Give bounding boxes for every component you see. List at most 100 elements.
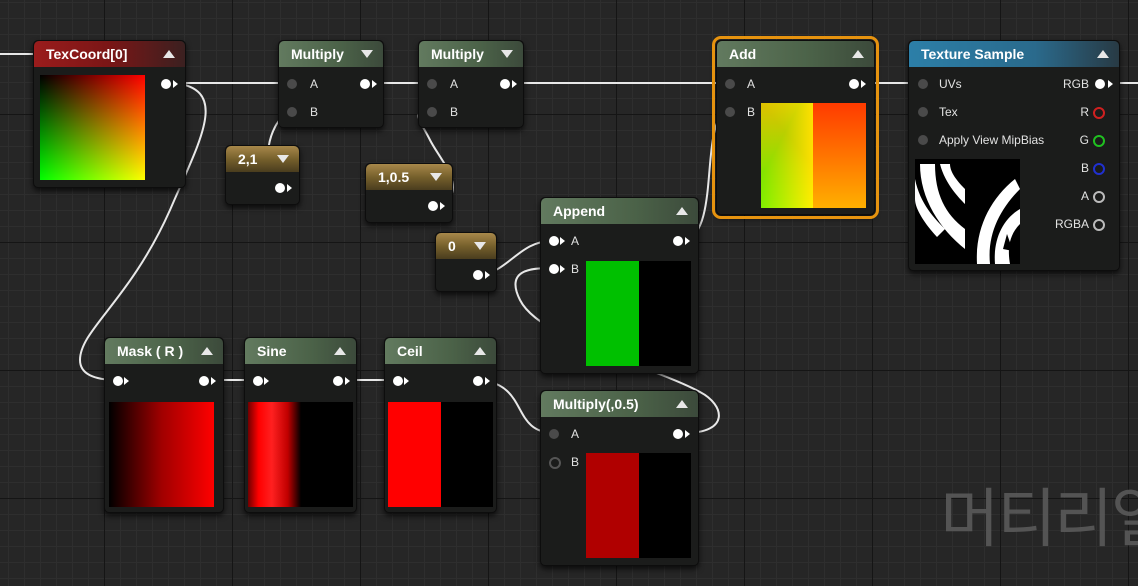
expand-icon[interactable] bbox=[277, 155, 289, 163]
pin-label-a: A bbox=[747, 77, 756, 91]
output-pin-b[interactable] bbox=[1093, 163, 1105, 175]
input-arrow-icon bbox=[264, 377, 269, 385]
sine-node[interactable]: Sine bbox=[244, 337, 357, 513]
output-arrow-icon bbox=[512, 80, 517, 88]
pin-label-a: A bbox=[310, 77, 319, 91]
output-pin-rgb[interactable] bbox=[1095, 79, 1105, 89]
input-pin-tex[interactable] bbox=[918, 107, 928, 117]
add-header[interactable]: Add bbox=[717, 41, 874, 67]
output-pin[interactable] bbox=[428, 201, 438, 211]
output-pin[interactable] bbox=[473, 376, 483, 386]
append-preview bbox=[586, 261, 691, 366]
sine-preview bbox=[248, 402, 353, 507]
pin-label-apply-view-mipbias: Apply View MipBias bbox=[939, 133, 1045, 147]
mask-preview bbox=[109, 402, 214, 507]
constant-0-node[interactable]: 0 bbox=[435, 232, 497, 292]
output-pin[interactable] bbox=[849, 79, 859, 89]
pin-label-rgba: RGBA bbox=[1054, 217, 1089, 231]
node-title: 0 bbox=[448, 238, 456, 254]
expand-icon[interactable] bbox=[361, 50, 373, 58]
sine-header[interactable]: Sine bbox=[245, 338, 356, 364]
input-pin-uvs[interactable] bbox=[918, 79, 928, 89]
multiply-header[interactable]: Multiply bbox=[419, 41, 523, 67]
append-header[interactable]: Append bbox=[541, 198, 698, 224]
texture-sample-header[interactable]: Texture Sample bbox=[909, 41, 1119, 67]
input-pin-a[interactable] bbox=[549, 236, 559, 246]
pin-label-b: B bbox=[571, 455, 580, 469]
input-pin-b[interactable] bbox=[549, 264, 559, 274]
output-pin[interactable] bbox=[360, 79, 370, 89]
output-arrow-icon bbox=[372, 80, 377, 88]
multiply-node-1[interactable]: Multiply A B bbox=[278, 40, 384, 128]
pin-label-b: B bbox=[310, 105, 319, 119]
output-pin-g[interactable] bbox=[1093, 135, 1105, 147]
watermark-text: 머티리얼 bbox=[940, 483, 1138, 557]
ceil-header[interactable]: Ceil bbox=[385, 338, 496, 364]
input-pin-b[interactable] bbox=[427, 107, 437, 117]
collapse-icon[interactable] bbox=[1097, 50, 1109, 58]
pin-label-a: A bbox=[571, 234, 580, 248]
collapse-icon[interactable] bbox=[201, 347, 213, 355]
output-pin[interactable] bbox=[275, 183, 285, 193]
node-title: Multiply bbox=[431, 46, 484, 62]
node-title: Multiply(,0.5) bbox=[553, 396, 639, 412]
multiply-half-node[interactable]: Multiply(,0.5) A B bbox=[540, 390, 699, 566]
input-pin[interactable] bbox=[113, 376, 123, 386]
texcoord-node[interactable]: TexCoord[0] bbox=[33, 40, 186, 188]
input-pin-a[interactable] bbox=[549, 429, 559, 439]
expand-icon[interactable] bbox=[430, 173, 442, 181]
output-pin[interactable] bbox=[199, 376, 209, 386]
texture-sample-node[interactable]: Texture Sample UVs Tex Apply View MipBia… bbox=[908, 40, 1120, 271]
collapse-icon[interactable] bbox=[163, 50, 175, 58]
expand-icon[interactable] bbox=[474, 242, 486, 250]
output-pin[interactable] bbox=[333, 376, 343, 386]
constant-2-1-node[interactable]: 2,1 bbox=[225, 145, 300, 205]
input-pin-mipbias[interactable] bbox=[918, 135, 928, 145]
constant-header[interactable]: 0 bbox=[436, 233, 496, 259]
constant-header[interactable]: 1,0.5 bbox=[366, 164, 452, 190]
input-pin-a[interactable] bbox=[287, 79, 297, 89]
output-pin-a[interactable] bbox=[1093, 191, 1105, 203]
output-pin[interactable] bbox=[673, 429, 683, 439]
output-pin-r[interactable] bbox=[1093, 107, 1105, 119]
output-pin[interactable] bbox=[161, 79, 171, 89]
ceil-node[interactable]: Ceil bbox=[384, 337, 497, 513]
node-title: Add bbox=[729, 46, 757, 62]
collapse-icon[interactable] bbox=[676, 400, 688, 408]
collapse-icon[interactable] bbox=[474, 347, 486, 355]
node-title: Sine bbox=[257, 343, 287, 359]
node-title: Mask ( R ) bbox=[117, 343, 184, 359]
output-arrow-icon bbox=[1108, 80, 1113, 88]
node-title: Texture Sample bbox=[921, 46, 1025, 62]
output-arrow-icon bbox=[685, 430, 690, 438]
output-arrow-icon bbox=[685, 237, 690, 245]
input-arrow-icon bbox=[560, 237, 565, 245]
output-pin[interactable] bbox=[500, 79, 510, 89]
input-pin-b[interactable] bbox=[287, 107, 297, 117]
mask-r-node[interactable]: Mask ( R ) bbox=[104, 337, 224, 513]
output-pin[interactable] bbox=[473, 270, 483, 280]
input-pin-a[interactable] bbox=[725, 79, 735, 89]
collapse-icon[interactable] bbox=[334, 347, 346, 355]
texcoord-header[interactable]: TexCoord[0] bbox=[34, 41, 185, 67]
input-pin-b[interactable] bbox=[725, 107, 735, 117]
add-node[interactable]: Add A B bbox=[712, 36, 879, 219]
input-pin[interactable] bbox=[253, 376, 263, 386]
input-pin-b[interactable] bbox=[549, 457, 561, 469]
pin-label-g: G bbox=[1079, 133, 1089, 147]
multiply-node-2[interactable]: Multiply A B bbox=[418, 40, 524, 128]
output-pin[interactable] bbox=[673, 236, 683, 246]
expand-icon[interactable] bbox=[501, 50, 513, 58]
collapse-icon[interactable] bbox=[852, 50, 864, 58]
input-pin[interactable] bbox=[393, 376, 403, 386]
output-arrow-icon bbox=[485, 377, 490, 385]
input-pin-a[interactable] bbox=[427, 79, 437, 89]
collapse-icon[interactable] bbox=[676, 207, 688, 215]
mask-header[interactable]: Mask ( R ) bbox=[105, 338, 223, 364]
append-node[interactable]: Append A B bbox=[540, 197, 699, 374]
output-pin-rgba[interactable] bbox=[1093, 219, 1105, 231]
multiply-half-header[interactable]: Multiply(,0.5) bbox=[541, 391, 698, 417]
constant-1-0.5-node[interactable]: 1,0.5 bbox=[365, 163, 453, 223]
multiply-header[interactable]: Multiply bbox=[279, 41, 383, 67]
constant-header[interactable]: 2,1 bbox=[226, 146, 299, 172]
